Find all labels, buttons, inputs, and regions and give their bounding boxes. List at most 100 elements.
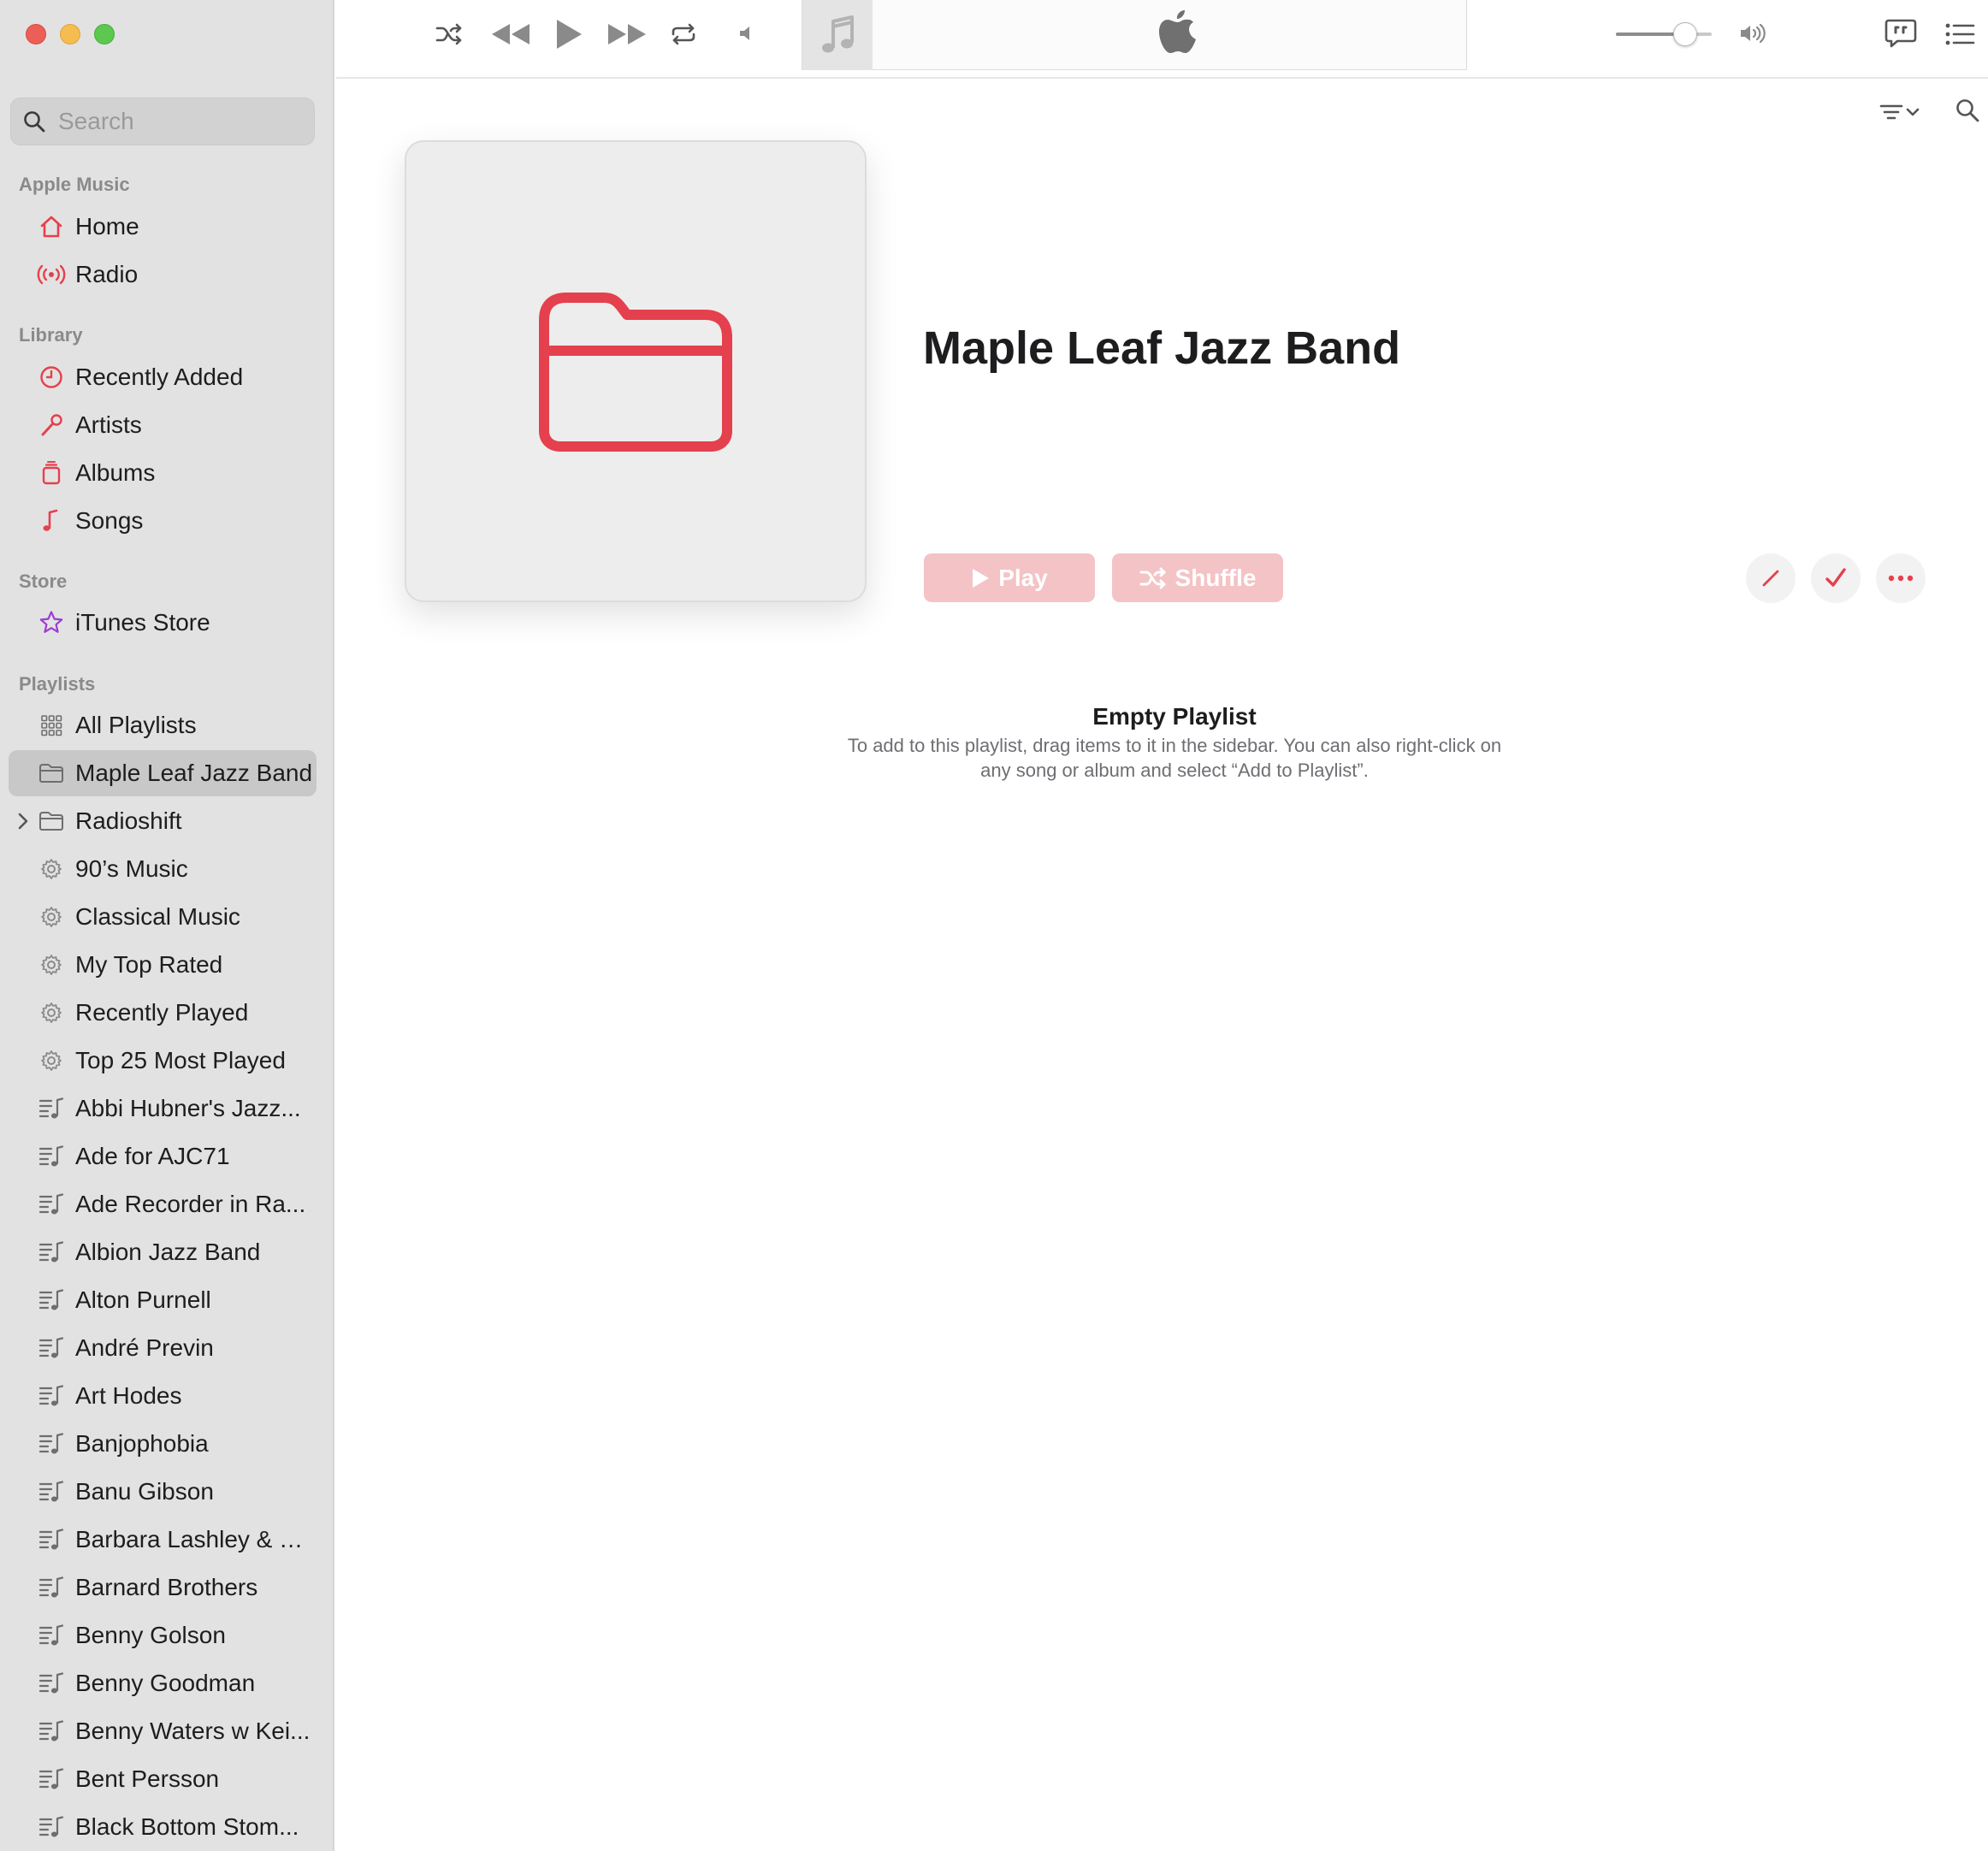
sidebar-item-alton-purnell[interactable]: Alton Purnell <box>9 1277 317 1323</box>
sidebar-item-classical-music[interactable]: Classical Music <box>9 894 317 940</box>
playlist-icon <box>37 1381 66 1410</box>
section-title-playlists: Playlists <box>19 673 96 695</box>
volume-slider-knob[interactable] <box>1672 22 1697 46</box>
sidebar-item-benny-waters-w-kei[interactable]: Benny Waters w Kei... <box>9 1708 317 1754</box>
search-icon <box>24 111 45 133</box>
rewind-icon <box>492 24 530 44</box>
sidebar-item-label: Home <box>75 213 139 240</box>
sidebar-item-label: Benny Waters w Kei... <box>75 1718 311 1744</box>
sort-menu-button[interactable] <box>1873 98 1927 127</box>
sidebar-item-benny-goodman[interactable]: Benny Goodman <box>9 1660 317 1706</box>
sidebar-item-ade-recorder-in-ra[interactable]: Ade Recorder in Ra... <box>9 1181 317 1227</box>
shuffle-playlist-button[interactable]: Shuffle <box>1112 553 1283 602</box>
sidebar-item-recently-added[interactable]: Recently Added <box>9 354 317 400</box>
album-stack-icon <box>37 458 66 488</box>
sidebar-item-label: My Top Rated <box>75 951 223 978</box>
sidebar-item-all-playlists[interactable]: All Playlists <box>9 702 317 748</box>
music-note-icon <box>822 15 854 53</box>
sidebar-item-maple-leaf-jazz-band[interactable]: Maple Leaf Jazz Band <box>9 750 317 796</box>
sidebar-item-label: Bent Persson <box>75 1765 220 1792</box>
now-playing-display[interactable] <box>802 0 1467 70</box>
sidebar-item-my-top-rated[interactable]: My Top Rated <box>9 942 317 988</box>
sidebar-item-bent-persson[interactable]: Bent Persson <box>9 1756 317 1802</box>
radio-waves-icon <box>37 260 66 289</box>
section-title-library: Library <box>19 324 83 346</box>
repeat-button[interactable] <box>666 17 701 51</box>
play-button[interactable] <box>550 14 588 55</box>
sidebar-item-label: Songs <box>75 507 144 534</box>
sidebar-item-abbi-hubner-s-jazz[interactable]: Abbi Hubner's Jazz... <box>9 1085 317 1132</box>
playlist-icon <box>37 1765 66 1794</box>
fast-forward-icon <box>608 24 646 44</box>
playlist-search-button[interactable] <box>1951 94 1984 127</box>
more-options-button[interactable] <box>1876 553 1926 603</box>
sidebar-item-barnard-brothers[interactable]: Barnard Brothers <box>9 1564 317 1611</box>
sidebar-item-albums[interactable]: Albums <box>9 450 317 496</box>
gear-icon <box>37 950 66 979</box>
sidebar-item-black-bottom-stom[interactable]: Black Bottom Stom... <box>9 1804 317 1850</box>
sidebar-item-radioshift[interactable]: Radioshift <box>9 798 317 844</box>
sidebar-item-artists[interactable]: Artists <box>9 402 317 448</box>
sidebar-item-recently-played[interactable]: Recently Played <box>9 990 317 1036</box>
select-playlist-button[interactable] <box>1811 553 1861 603</box>
playback-toolbar <box>336 0 1988 79</box>
sidebar-item-label: Albums <box>75 459 156 486</box>
sidebar-item-itunes-store[interactable]: iTunes Store <box>9 600 317 646</box>
window-maximize-button[interactable] <box>94 24 115 44</box>
sidebar-item-barbara-lashley-r[interactable]: Barbara Lashley & R... <box>9 1517 317 1563</box>
playlist-title: Maple Leaf Jazz Band <box>923 322 1401 374</box>
sidebar-item-radio[interactable]: Radio <box>9 251 317 298</box>
sidebar-item-banu-gibson[interactable]: Banu Gibson <box>9 1469 317 1515</box>
sidebar-item-label: Alton Purnell <box>75 1286 211 1313</box>
shuffle-button[interactable] <box>432 17 466 51</box>
sidebar-item-benny-golson[interactable]: Benny Golson <box>9 1612 317 1659</box>
playlist-icon <box>37 1286 66 1315</box>
sidebar-item-songs[interactable]: Songs <box>9 498 317 544</box>
sidebar-item-banjophobia[interactable]: Banjophobia <box>9 1421 317 1467</box>
rewind-button[interactable] <box>488 17 533 51</box>
playlist-icon <box>37 1334 66 1363</box>
sidebar-item-albion-jazz-band[interactable]: Albion Jazz Band <box>9 1229 317 1275</box>
search-input[interactable] <box>58 108 306 135</box>
window-minimize-button[interactable] <box>60 24 80 44</box>
sidebar-item-label: 90’s Music <box>75 855 188 882</box>
sidebar-item-label: Art Hodes <box>75 1382 182 1409</box>
sidebar-item-label: Artists <box>75 411 142 438</box>
sidebar-item-top-25-most-played[interactable]: Top 25 Most Played <box>9 1038 317 1084</box>
playlist-detail-view: Maple Leaf Jazz Band Play Shuffle Empty … <box>336 80 1988 1851</box>
lyrics-icon <box>1884 19 1917 48</box>
volume-low-icon <box>737 22 759 44</box>
sidebar-item-label: Banjophobia <box>75 1430 209 1457</box>
section-title-store: Store <box>19 571 68 592</box>
play-icon <box>557 20 582 49</box>
sidebar-item-label: André Previn <box>75 1334 214 1361</box>
window-close-button[interactable] <box>26 24 46 44</box>
edit-playlist-button[interactable] <box>1746 553 1796 603</box>
ellipsis-icon <box>1888 575 1914 582</box>
sidebar-item-label: Barnard Brothers <box>75 1574 258 1600</box>
sidebar-item-andr-previn[interactable]: André Previn <box>9 1325 317 1371</box>
volume-slider[interactable] <box>1616 33 1712 36</box>
fast-forward-button[interactable] <box>605 17 649 51</box>
sidebar-item-label: Benny Golson <box>75 1622 226 1648</box>
play-playlist-button[interactable]: Play <box>924 553 1095 602</box>
playlist-artwork <box>405 140 867 602</box>
sidebar-item-label: Recently Added <box>75 364 244 390</box>
sidebar-item-home[interactable]: Home <box>9 204 317 250</box>
microphone-icon <box>37 411 66 440</box>
sidebar-item-art-hodes[interactable]: Art Hodes <box>9 1373 317 1419</box>
lyrics-button[interactable] <box>1883 15 1919 51</box>
chevron-right-icon[interactable] <box>16 812 30 835</box>
sidebar-search-field[interactable] <box>10 98 315 145</box>
shuffle-icon <box>1139 567 1166 588</box>
sidebar-item-label: Ade for AJC71 <box>75 1143 230 1169</box>
sidebar-item-90-s-music[interactable]: 90’s Music <box>9 846 317 892</box>
sidebar-item-ade-for-ajc71[interactable]: Ade for AJC71 <box>9 1133 317 1180</box>
gear-icon <box>37 902 66 931</box>
gear-icon <box>37 1046 66 1075</box>
folder-icon <box>37 807 66 836</box>
playlist-icon <box>37 1142 66 1171</box>
sidebar-item-label: Abbi Hubner's Jazz... <box>75 1095 301 1121</box>
queue-button[interactable] <box>1943 17 1977 51</box>
playlist-icon <box>37 1094 66 1123</box>
